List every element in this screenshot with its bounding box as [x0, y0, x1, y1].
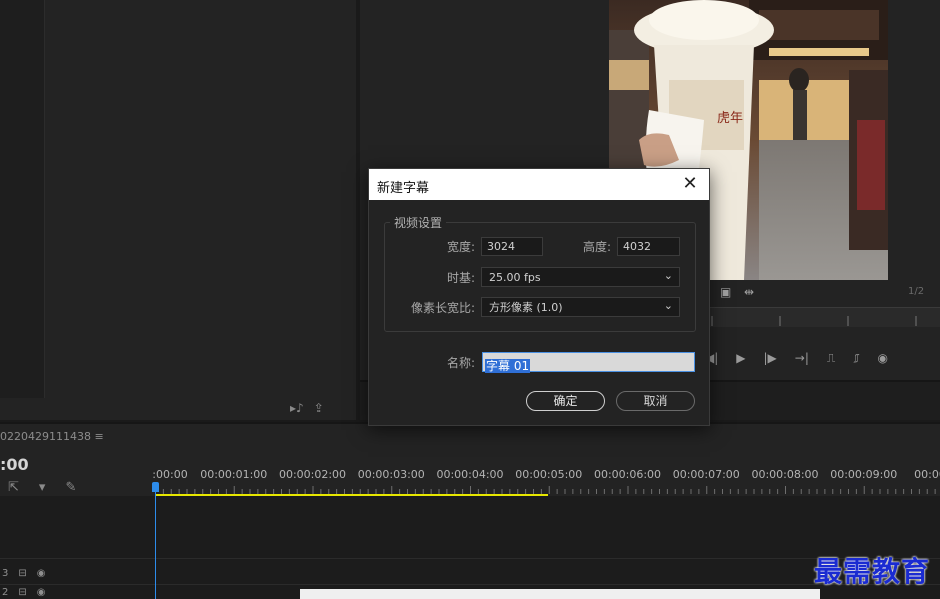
name-input[interactable]: 字幕 01 — [482, 352, 695, 373]
width-label: 宽度: — [446, 240, 475, 254]
program-scrubber[interactable] — [700, 307, 940, 327]
program-ruler-ticks — [711, 316, 917, 326]
ruler-label: 00:00:05:00 — [515, 468, 583, 481]
timebase-value: 25.00 fps — [489, 271, 541, 284]
sync-lock-icon[interactable]: ⊟ — [18, 587, 26, 598]
dialog-titlebar[interactable]: 新建字幕 ✕ — [369, 169, 709, 200]
dialog-title: 新建字幕 — [377, 181, 430, 196]
cancel-button[interactable]: 取消 — [616, 391, 695, 411]
ruler-label: 00:00 — [914, 468, 940, 481]
ruler-label: 00:00:01:00 — [200, 468, 268, 481]
extract-icon[interactable]: ⎎ — [853, 351, 859, 366]
name-input-value: 字幕 01 — [485, 359, 531, 373]
pixel-aspect-select[interactable]: 方形像素 (1.0) ⌄ — [481, 297, 680, 317]
eye-icon[interactable]: ◉ — [37, 568, 46, 579]
export-icon[interactable]: ⇪ — [314, 401, 324, 415]
source-panel-inner — [0, 0, 45, 398]
pixel-aspect-value: 方形像素 (1.0) — [489, 301, 563, 314]
ruler-label: 00:00:03:00 — [357, 468, 425, 481]
track-row: 3 ⊟ ◉ — [0, 558, 940, 584]
page-indicator: 1/2 — [908, 286, 925, 297]
ok-button[interactable]: 确定 — [526, 391, 605, 411]
ruler-label: 00:00:04:00 — [436, 468, 504, 481]
safe-margins-icon[interactable]: ▣ — [720, 285, 731, 299]
wrench-icon[interactable]: ✎ — [65, 480, 76, 495]
track-header: 2 ⊟ ◉ — [0, 585, 70, 599]
sequence-name: 0220429111438 — [0, 430, 91, 443]
timebase-label: 时基: — [446, 271, 475, 285]
menu-icon[interactable]: ≡ — [94, 430, 103, 443]
pixel-aspect-label: 像素长宽比: — [410, 301, 475, 315]
playhead[interactable] — [155, 482, 156, 599]
source-panel — [0, 0, 356, 420]
timeline-tools: ⇱ ▾ ✎ — [8, 480, 76, 495]
playhead-handle[interactable] — [152, 482, 159, 492]
ruler-label: 00:00:08:00 — [751, 468, 819, 481]
ruler-label: 00:00:09:00 — [830, 468, 898, 481]
chevron-down-icon: ⌄ — [663, 269, 673, 282]
work-area-bar[interactable] — [155, 494, 548, 496]
timeline-ticks — [155, 486, 936, 494]
watermark: 最需教育 — [814, 555, 931, 588]
source-panel-icons: ▸♪ ⇪ — [290, 401, 324, 415]
camera-icon[interactable]: ◉ — [877, 351, 887, 365]
nest-icon[interactable]: ⇱ — [8, 480, 19, 495]
timeline-timecode[interactable]: :00 — [0, 455, 29, 474]
name-label: 名称: — [446, 356, 475, 370]
chevron-down-icon: ⌄ — [663, 299, 673, 312]
eye-icon[interactable]: ◉ — [37, 587, 46, 598]
timeline-clip[interactable] — [300, 589, 820, 599]
track-label: 2 — [2, 587, 9, 598]
settings-wrench-icon[interactable]: ⇹ — [744, 285, 754, 299]
lift-icon[interactable]: ⎍ — [827, 351, 835, 366]
height-label: 高度: — [582, 240, 611, 254]
marker-icon[interactable]: ▾ — [39, 480, 46, 495]
ruler-label: :00:00 — [152, 468, 188, 481]
track-header: 3 ⊟ ◉ — [0, 561, 70, 585]
timebase-select[interactable]: 25.00 fps ⌄ — [481, 267, 680, 287]
go-to-out-icon[interactable]: →| — [795, 351, 809, 365]
transport-controls: ◀| ▶ |▶ →| ⎍ ⎎ ◉ — [705, 347, 940, 369]
video-settings-label: 视频设置 — [390, 214, 447, 231]
width-field[interactable]: 3024 — [481, 237, 543, 256]
track-label: 3 — [2, 567, 9, 579]
step-forward-icon[interactable]: |▶ — [764, 351, 777, 365]
play-icon[interactable]: ▶ — [736, 351, 745, 365]
svg-text:虎年: 虎年 — [717, 111, 743, 126]
ruler-label: 00:00:06:00 — [593, 468, 662, 481]
insert-music-icon[interactable]: ▸♪ — [290, 401, 304, 415]
height-field[interactable]: 4032 — [617, 237, 680, 256]
close-icon[interactable]: ✕ — [679, 173, 701, 195]
ruler-label: 00:00:02:00 — [278, 468, 347, 481]
sync-lock-icon[interactable]: ⊟ — [18, 568, 26, 579]
sequence-tab[interactable]: 0220429111438 ≡ — [0, 430, 104, 443]
ruler-label: 00:00:07:00 — [672, 468, 740, 481]
new-title-dialog: 新建字幕 ✕ 视频设置 宽度: 3024 高度: 4032 时基: 25.00 … — [368, 168, 710, 426]
